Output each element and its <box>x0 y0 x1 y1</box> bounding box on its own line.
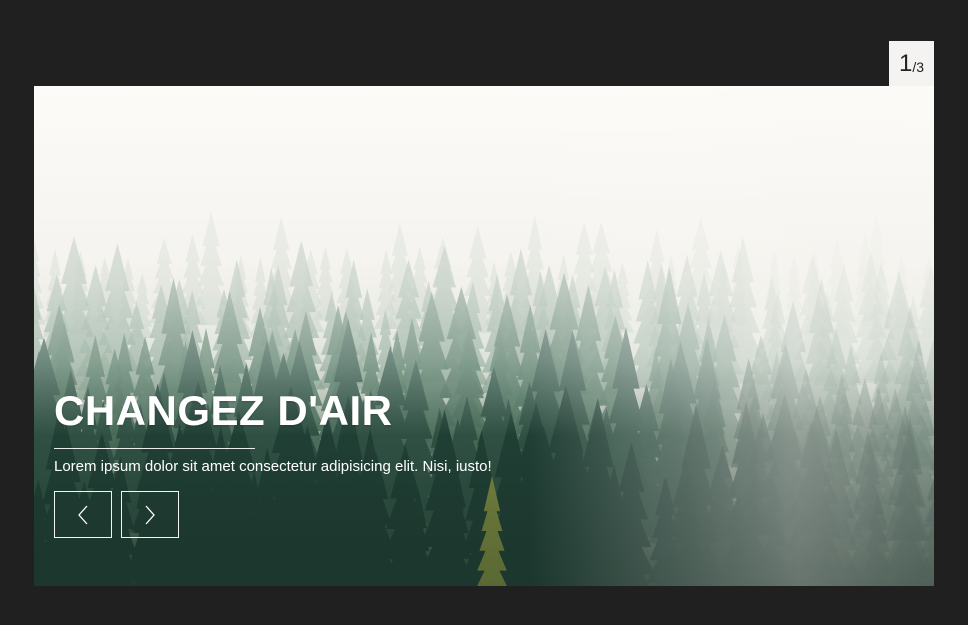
hero-slider: CHANGEZ D'AIR Lorem ipsum dolor sit amet… <box>34 86 934 586</box>
slide-counter: 1 / 3 <box>889 41 934 86</box>
chevron-left-icon <box>78 505 88 524</box>
previous-slide-button[interactable] <box>54 491 112 538</box>
title-divider <box>54 448 255 449</box>
slide-caption: CHANGEZ D'AIR Lorem ipsum dolor sit amet… <box>54 388 492 475</box>
chevron-right-icon <box>145 505 155 524</box>
slide-title: CHANGEZ D'AIR <box>54 387 393 434</box>
slide-counter-current: 1 <box>898 49 913 77</box>
slider-navigation <box>54 491 179 538</box>
next-slide-button[interactable] <box>121 491 179 538</box>
slide-description: Lorem ipsum dolor sit amet consectetur a… <box>54 458 492 475</box>
slide-counter-total: 3 <box>916 58 925 75</box>
